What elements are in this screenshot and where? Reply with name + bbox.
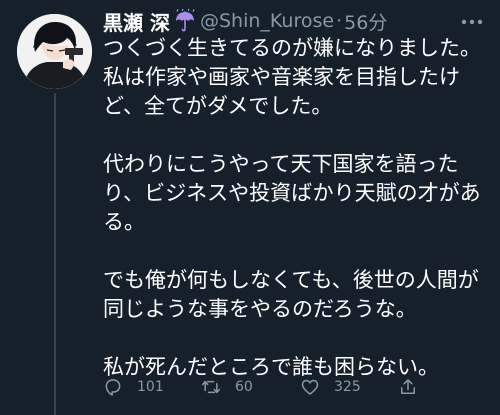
user-handle[interactable]: @Shin_Kurose (200, 10, 334, 32)
separator-dot: · (336, 10, 343, 32)
timestamp[interactable]: 56分 (344, 8, 387, 35)
retweet-button[interactable]: 60 (201, 377, 253, 397)
reply-button[interactable]: 101 (103, 377, 164, 397)
retweet-icon (201, 380, 221, 394)
reply-count: 101 (137, 379, 164, 395)
more-icon (461, 19, 483, 25)
tweet-actions: 101 60 325 (103, 375, 488, 399)
thread-line (54, 93, 56, 415)
share-button[interactable] (398, 377, 418, 397)
tweet-paragraph-3: でも俺が何もしなくても、後世の人間が同じような事をやるのだろうな。 (103, 268, 479, 321)
tweet-paragraph-1: つくづく生きてるのが嫌になりました。私は作家や画家や音楽家を目指したけど、全てが… (103, 36, 481, 118)
retweet-count: 60 (235, 379, 253, 395)
tweet-header: 黒瀬 深 @Shin_Kurose · 56分 (103, 6, 387, 36)
like-count: 325 (334, 379, 361, 395)
avatar-illustration (17, 14, 92, 89)
avatar[interactable] (17, 14, 92, 89)
tweet[interactable]: 黒瀬 深 @Shin_Kurose · 56分 つくづく生きてるのが嫌になりまし… (0, 0, 500, 415)
more-options-button[interactable] (458, 12, 486, 32)
share-icon (401, 379, 415, 394)
tweet-paragraph-2: 代わりにこうやって天下国家を語ったり、ビジネスや投資ばかり天賦の才がある。 (103, 152, 481, 234)
reply-icon (105, 379, 121, 396)
tweet-text: つくづく生きてるのが嫌になりました。私は作家や画家や音楽家を目指したけど、全てが… (103, 34, 488, 382)
display-name[interactable]: 黒瀬 深 (103, 7, 170, 36)
heart-icon (301, 379, 319, 395)
like-button[interactable]: 325 (300, 377, 361, 397)
umbrella-with-rain-icon (174, 8, 196, 33)
